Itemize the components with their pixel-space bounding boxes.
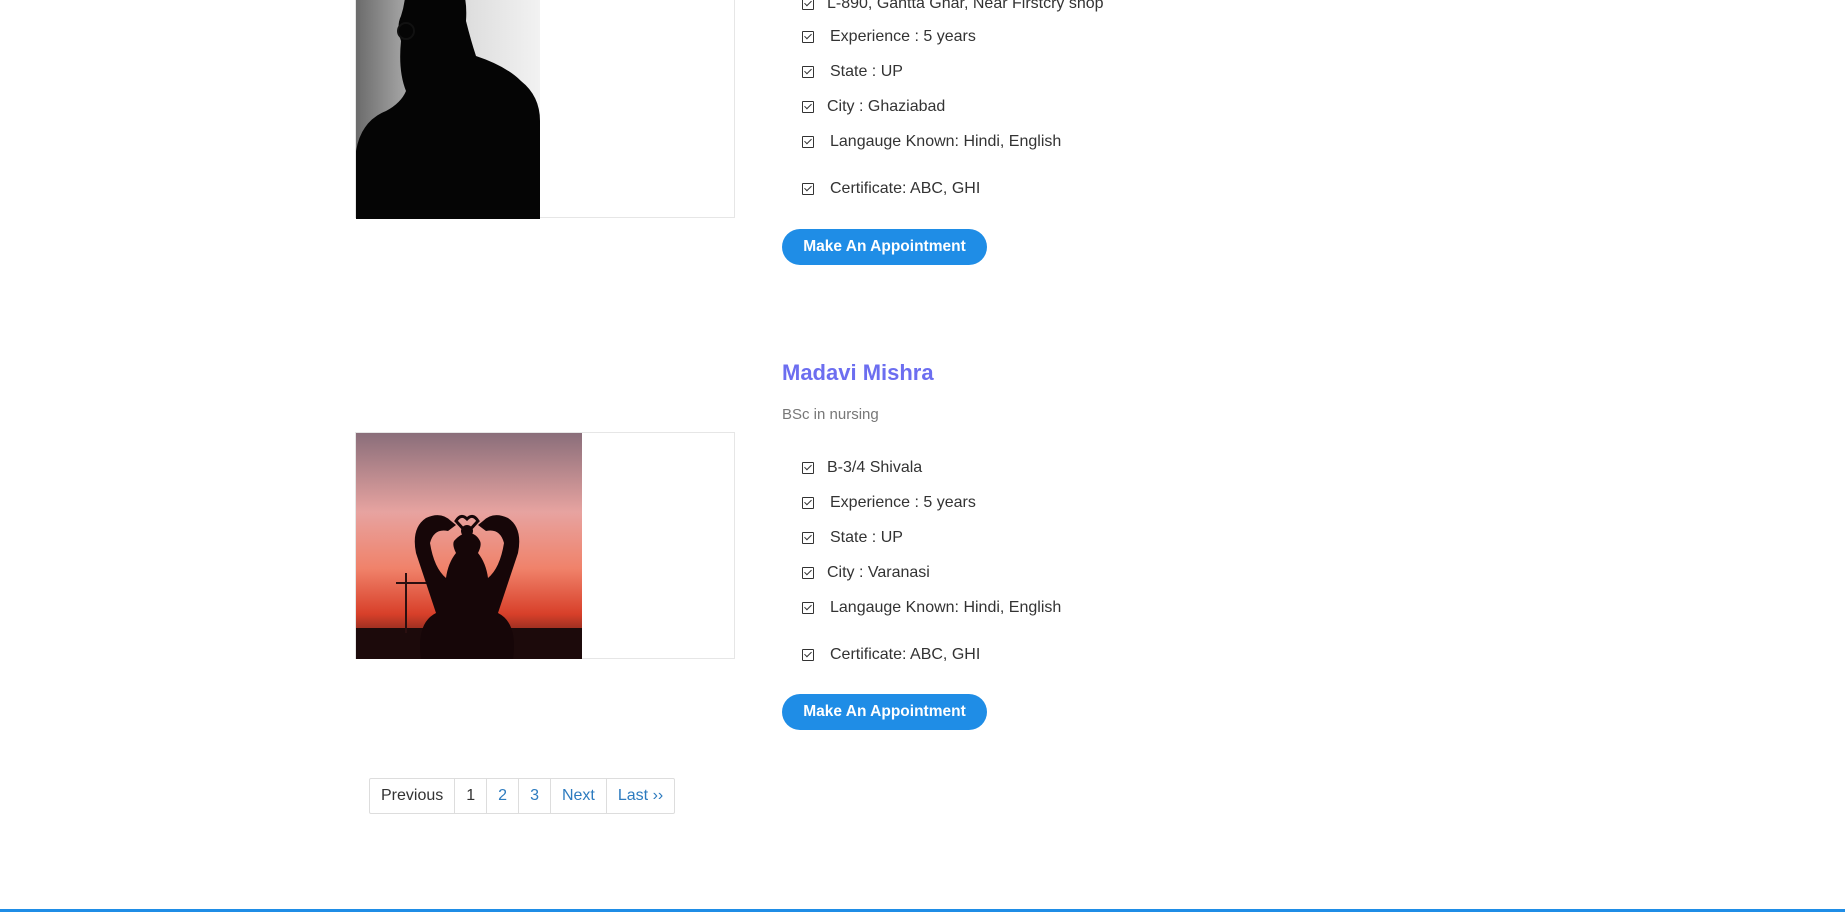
checkbox-icon [802, 497, 814, 509]
profile-item-text: Certificate: ABC, GHI [830, 646, 981, 663]
profile-item: Experience : 5 years [802, 494, 976, 512]
profile-photo [356, 433, 582, 659]
profile-item-text: L-890, Gantta Ghar, Near Firstcry shop [827, 0, 1104, 12]
checkbox-icon [802, 567, 814, 579]
profile-item-text: Experience : 5 years [830, 28, 976, 45]
profile-item-text: B-3/4 Shivala [827, 459, 923, 476]
profile-item: State : UP [802, 529, 903, 547]
profile-item: Certificate: ABC, GHI [802, 180, 980, 198]
profile-name[interactable]: Madavi Mishra [782, 360, 934, 386]
checkbox-icon [802, 31, 814, 43]
checkbox-icon [802, 0, 814, 10]
checkbox-icon [802, 532, 814, 544]
checkbox-icon [802, 183, 814, 195]
pagination-next[interactable]: Next [549, 779, 606, 813]
profile-item: State : UP [802, 63, 903, 81]
profile-item: Langauge Known: Hindi, English [802, 133, 1061, 151]
make-appointment-button[interactable]: Make An Appointment [782, 694, 987, 730]
pagination-page-2[interactable]: 2 [486, 779, 518, 813]
profile-item: Certificate: ABC, GHI [802, 646, 980, 664]
checkbox-icon [802, 101, 814, 113]
sunset-heart-photo [356, 433, 582, 659]
profile-item: Experience : 5 years [802, 28, 976, 46]
profile-item: City : Ghaziabad [802, 98, 945, 116]
profile-item-text: City : Varanasi [827, 564, 930, 581]
profile-item: B-3/4 Shivala [802, 459, 922, 477]
pagination-page-3[interactable]: 3 [518, 779, 550, 813]
profile-item: City : Varanasi [802, 564, 930, 582]
pagination-previous[interactable]: Previous [370, 779, 454, 813]
profile-item-text: Certificate: ABC, GHI [830, 180, 981, 197]
profile-item-text: City : Ghaziabad [827, 98, 946, 115]
profile-qualification: BSc in nursing [782, 406, 879, 423]
profile-item-text: State : UP [830, 63, 903, 80]
profile-photo [356, 0, 540, 219]
checkbox-icon [802, 649, 814, 661]
profile-item-text: Experience : 5 years [830, 494, 976, 511]
profile-item-text: State : UP [830, 529, 903, 546]
checkbox-icon [802, 136, 814, 148]
silhouette-man-photo [356, 0, 540, 219]
profile-item: Langauge Known: Hindi, English [802, 599, 1061, 617]
profile-photo-frame [355, 0, 735, 219]
profile-item-text: Langauge Known: Hindi, English [830, 599, 1062, 616]
pagination: Previous 1 2 3 Next Last ›› [369, 778, 676, 814]
checkbox-icon [802, 602, 814, 614]
checkbox-icon [802, 462, 814, 474]
profile-item: L-890, Gantta Ghar, Near Firstcry shop [802, 0, 1104, 13]
checkbox-icon [802, 66, 814, 78]
pagination-page-1[interactable]: 1 [454, 779, 486, 813]
profile-item-text: Langauge Known: Hindi, English [830, 133, 1062, 150]
pagination-last[interactable]: Last ›› [605, 779, 674, 813]
make-appointment-button[interactable]: Make An Appointment [782, 229, 987, 265]
profile-photo-frame [355, 432, 735, 659]
